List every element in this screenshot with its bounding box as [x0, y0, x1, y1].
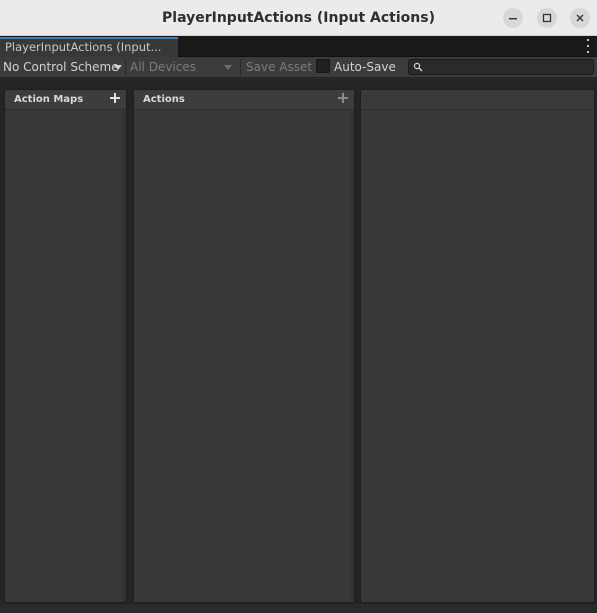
toolbar-divider [125, 59, 126, 76]
auto-save-label: Auto-Save [334, 60, 396, 74]
actions-title: Actions [143, 94, 185, 105]
bottom-border [0, 604, 597, 613]
action-maps-panel: Action Maps [4, 89, 127, 603]
chevron-down-icon [224, 65, 232, 70]
action-maps-title: Action Maps [14, 94, 84, 105]
chevron-down-icon [114, 65, 122, 70]
devices-dropdown[interactable]: All Devices [130, 57, 196, 78]
window-titlebar[interactable]: PlayerInputActions (Input Actions) [0, 0, 597, 36]
scrollbar[interactable] [122, 111, 126, 602]
actions-panel: Actions [133, 89, 355, 603]
auto-save-checkbox[interactable] [316, 59, 330, 73]
window-title: PlayerInputActions (Input Actions) [162, 9, 435, 26]
toolbar: No Control Scheme All Devices Save Asset… [0, 57, 597, 78]
add-action-map-icon[interactable] [110, 93, 120, 103]
maximize-icon [542, 13, 552, 23]
action-maps-header: Action Maps [5, 90, 126, 110]
scrollbar[interactable] [350, 111, 354, 602]
add-action-icon[interactable] [338, 93, 348, 103]
search-input[interactable] [427, 60, 587, 74]
tab-strip: PlayerInputActions (Input... [0, 36, 597, 57]
tab-player-input-actions[interactable]: PlayerInputActions (Input... [0, 37, 178, 57]
close-icon [576, 14, 584, 22]
close-button[interactable] [570, 8, 590, 28]
minimize-button[interactable] [503, 8, 523, 28]
more-options-icon[interactable] [585, 39, 591, 53]
properties-panel [360, 89, 595, 603]
properties-header [361, 90, 594, 110]
save-asset-button[interactable]: Save Asset [246, 57, 312, 78]
search-icon [413, 62, 423, 72]
toolbar-divider [240, 59, 241, 76]
actions-header: Actions [134, 90, 354, 110]
control-scheme-dropdown[interactable]: No Control Scheme [3, 57, 119, 78]
search-field[interactable] [408, 59, 594, 75]
maximize-button[interactable] [537, 8, 557, 28]
editor-body: Action Maps Actions [0, 79, 597, 613]
minimize-icon [509, 18, 517, 20]
